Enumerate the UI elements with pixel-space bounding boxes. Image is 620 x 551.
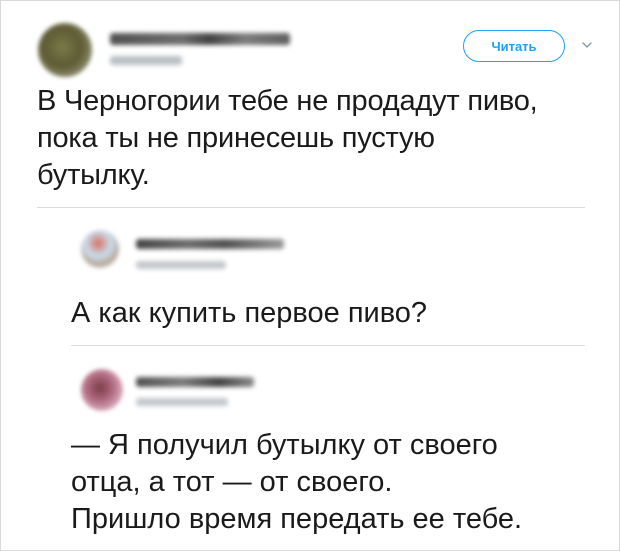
reply-handle-blurred[interactable] [136,398,228,406]
reply-avatar[interactable] [81,230,119,268]
author-avatar[interactable] [38,23,92,77]
tweet-text-line: В Черногории тебе не продадут пиво, [37,85,538,117]
author-name-blurred[interactable] [110,33,290,45]
reply-text: А как купить первое пиво? [71,295,591,332]
tweet-text-line: пока ты не принесешь пустую [37,122,435,154]
reply-text-line: отца, а тот — от своего. [71,466,393,498]
tweet-text: В Черногории тебе не продадут пиво, пока… [37,83,597,194]
reply-name-blurred[interactable] [136,377,254,387]
chevron-down-icon[interactable] [581,39,593,51]
reply-text: — Я получил бутылку от своего отца, а то… [71,427,601,538]
follow-button[interactable]: Читать [463,30,565,62]
tweet-text-line: бутылку. [37,159,150,191]
reply-name-blurred[interactable] [136,239,284,249]
divider [37,207,585,208]
tweet-card: Читать В Черногории тебе не продадут пив… [0,0,620,551]
reply-text-line: А как купить первое пиво? [71,297,428,329]
reply-avatar[interactable] [81,369,123,411]
reply-handle-blurred[interactable] [136,261,226,269]
divider [71,345,585,346]
reply-text-line: Пришло время передать ее тебе. [71,503,523,535]
author-handle-blurred[interactable] [110,56,182,65]
reply-text-line: — Я получил бутылку от своего [71,429,498,461]
